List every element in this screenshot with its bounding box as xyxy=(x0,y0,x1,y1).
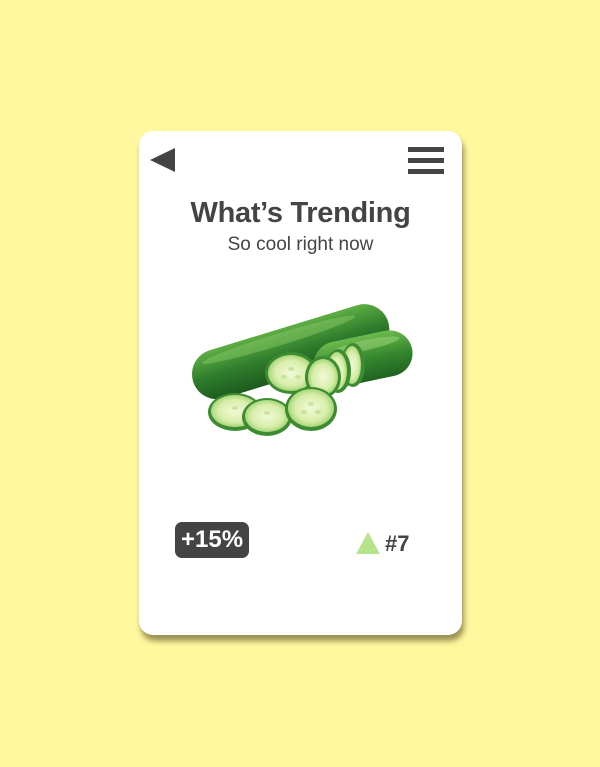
cucumber-image xyxy=(192,304,413,436)
hamburger-menu-icon xyxy=(408,169,444,174)
menu-button[interactable] xyxy=(408,147,444,174)
back-button[interactable] xyxy=(149,147,177,173)
hamburger-menu-icon xyxy=(408,147,444,152)
page-background: What’s Trending So cool right now +15% #… xyxy=(0,0,600,767)
card-title: What’s Trending xyxy=(190,197,411,229)
trending-card: What’s Trending So cool right now +15% #… xyxy=(139,131,462,635)
hamburger-menu-icon xyxy=(408,158,444,163)
trend-up-triangle-icon xyxy=(356,532,380,554)
change-badge: +15% xyxy=(175,522,250,558)
rank-label: #7 xyxy=(385,531,410,556)
card-subtitle: So cool right now xyxy=(227,234,374,255)
back-arrow-icon xyxy=(150,148,175,172)
